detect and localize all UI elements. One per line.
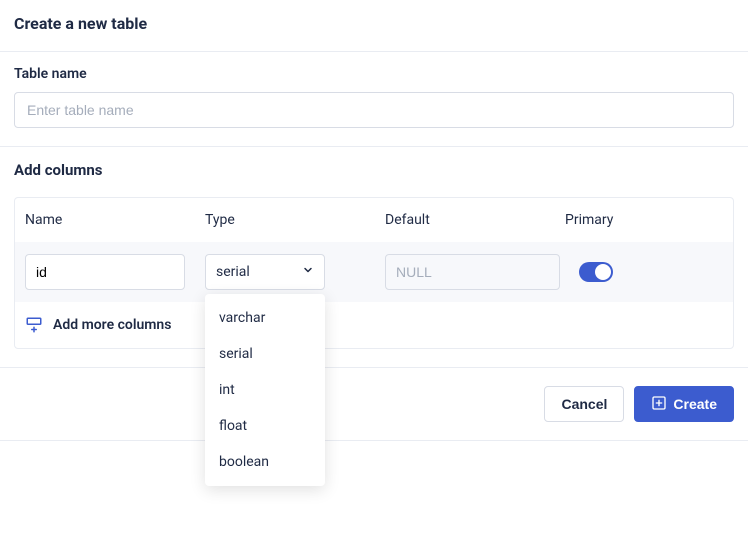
- type-option-varchar[interactable]: varchar: [205, 300, 325, 336]
- plus-square-icon: [651, 395, 667, 414]
- column-type-select[interactable]: serial: [205, 254, 325, 290]
- col-header-primary: Primary: [565, 212, 723, 228]
- column-default-input[interactable]: [385, 254, 560, 290]
- create-button-label: Create: [673, 396, 717, 412]
- create-button[interactable]: Create: [634, 386, 734, 422]
- table-name-label: Table name: [14, 66, 734, 82]
- column-row: serial varchar serial int float boolean: [15, 242, 733, 302]
- type-option-boolean[interactable]: boolean: [205, 444, 325, 480]
- col-header-type: Type: [205, 212, 385, 228]
- type-option-int[interactable]: int: [205, 372, 325, 408]
- type-option-float[interactable]: float: [205, 408, 325, 444]
- type-option-serial[interactable]: serial: [205, 336, 325, 372]
- table-name-input[interactable]: [14, 92, 734, 128]
- column-type-value: serial: [216, 264, 250, 280]
- add-more-columns-label: Add more columns: [53, 317, 171, 333]
- divider: [0, 440, 748, 441]
- add-columns-heading: Add columns: [14, 161, 734, 179]
- cancel-button-label: Cancel: [561, 396, 607, 412]
- primary-toggle[interactable]: [579, 262, 613, 282]
- col-header-default: Default: [385, 212, 565, 228]
- add-more-columns-button[interactable]: Add more columns: [15, 302, 733, 348]
- type-dropdown: varchar serial int float boolean: [205, 294, 325, 486]
- add-row-icon: [25, 316, 43, 334]
- chevron-down-icon: [302, 264, 314, 280]
- page-title: Create a new table: [14, 14, 734, 33]
- col-header-name: Name: [25, 212, 205, 228]
- columns-table: Name Type Default Primary serial varchar…: [14, 197, 734, 349]
- cancel-button[interactable]: Cancel: [544, 386, 624, 422]
- column-name-input[interactable]: [25, 254, 185, 290]
